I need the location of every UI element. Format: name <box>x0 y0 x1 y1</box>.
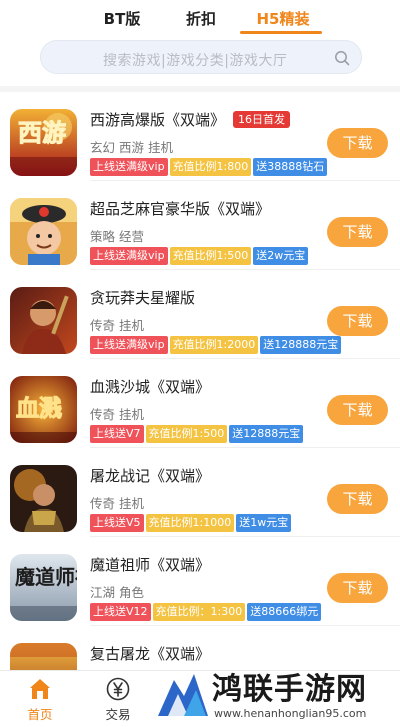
nav-home-label: 首页 <box>27 707 53 722</box>
game-item[interactable]: 西游 西游高爆版《双端》 16日首发 玄幻 西游 挂机 上线送满级vip 充值比例1… <box>0 92 400 181</box>
game-categories: 传奇 挂机 <box>90 496 144 511</box>
yen-icon <box>106 677 130 701</box>
game-tags: 上线送满级vip 充值比例1:500 送2w元宝 <box>90 247 310 265</box>
tag-vip: 上线送满级vip <box>90 247 168 265</box>
zhimaguan-game-icon[interactable] <box>10 198 77 265</box>
tag-gift: 送12888元宝 <box>229 425 304 443</box>
game-title: 血溅沙城《双端》 <box>90 378 211 396</box>
tab-discount[interactable]: 折扣 <box>183 8 219 29</box>
game-tags: 上线送满级vip 充值比例1:800 送38888钻石 <box>90 158 329 176</box>
active-tab-indicator <box>240 31 322 34</box>
download-button[interactable]: 下载 <box>327 484 388 514</box>
watermark-logo-icon <box>158 674 208 716</box>
site-watermark: 鸿联手游网 www.henanhonglian95.com <box>150 660 400 727</box>
tag-gift: 送2w元宝 <box>253 247 309 265</box>
game-item[interactable]: 贪玩莽夫星耀版 传奇 挂机 上线送满级vip 充值比例1:2000 送128888元… <box>0 270 400 359</box>
game-categories: 玄幻 西游 挂机 <box>90 140 173 155</box>
game-title: 魔道祖师《双端》 <box>90 556 211 574</box>
tag-ratio: 充值比例1:1000 <box>145 514 235 532</box>
icon-lettering: 血溅 <box>16 395 62 422</box>
download-button[interactable]: 下载 <box>327 217 388 247</box>
tab-bt[interactable]: BT版 <box>102 8 142 29</box>
mangfu-game-icon[interactable] <box>10 287 77 354</box>
nav-trade-label: 交易 <box>105 707 131 722</box>
game-tags: 上线送满级vip 充值比例1:2000 送128888元宝 <box>90 336 343 354</box>
game-item[interactable]: 血溅 血溅沙城《双端》 传奇 挂机 上线送V7 充值比例1:500 送12888元宝… <box>0 359 400 448</box>
tag-ratio: 充值比例1:500 <box>145 425 228 443</box>
home-icon <box>30 679 50 699</box>
tag-gift: 送128888元宝 <box>260 336 342 354</box>
xiyou-game-icon[interactable]: 西游 <box>10 109 77 176</box>
game-item[interactable]: 魔道师祖 魔道祖师《双端》 江湖 角色 上线送V12充值比例：1:300送886… <box>0 537 400 626</box>
game-title: 屠龙战记《双端》 <box>90 467 211 485</box>
xuejian-game-icon[interactable]: 血溅 <box>10 376 77 443</box>
watermark-text: 鸿联手游网 <box>212 672 367 707</box>
game-title: 超品芝麻官豪华版《双端》 <box>90 200 271 218</box>
search-icon[interactable] <box>334 50 350 66</box>
tag-gift: 送1w元宝 <box>236 514 292 532</box>
nav-trade[interactable]: 交易 <box>96 677 140 723</box>
watermark-url: www.henanhonglian95.com <box>214 707 367 720</box>
download-button[interactable]: 下载 <box>327 128 388 158</box>
icon-lettering: 魔道师祖 <box>15 565 77 589</box>
game-tags: 上线送V12 充值比例：1:300 送88666绑元 <box>90 603 323 621</box>
search-input[interactable]: 搜索游戏|游戏分类|游戏大厅 <box>40 40 362 74</box>
game-item[interactable]: 屠龙战记《双端》 传奇 挂机 上线送V5 充值比例1:1000 送1w元宝 下载 <box>0 448 400 537</box>
tab-h5[interactable]: H5精装 <box>255 8 311 29</box>
tag-vip: 上线送满级vip <box>90 336 168 354</box>
game-item[interactable]: 超品芝麻官豪华版《双端》 策略 经营 上线送满级vip 充值比例1:500 送2w元… <box>0 181 400 270</box>
tag-ratio: 充值比例：1:300 <box>152 603 246 621</box>
game-list: 西游 西游高爆版《双端》 16日首发 玄幻 西游 挂机 上线送满级vip 充值比例1… <box>0 92 400 670</box>
search-area: 搜索游戏|游戏分类|游戏大厅 <box>0 36 400 86</box>
release-badge: 16日首发 <box>233 111 291 128</box>
tag-ratio: 充值比例1:2000 <box>169 336 259 354</box>
download-button[interactable]: 下载 <box>327 306 388 336</box>
game-tags: 上线送V5 充值比例1:1000 送1w元宝 <box>90 514 293 532</box>
game-title: 西游高爆版《双端》 16日首发 <box>90 109 291 130</box>
game-categories: 江湖 角色 <box>90 585 144 600</box>
tulong-game-icon[interactable] <box>10 465 77 532</box>
nav-home[interactable]: 首页 <box>18 677 62 723</box>
tag-vip: 上线送V12 <box>90 603 151 621</box>
game-categories: 策略 经营 <box>90 229 144 244</box>
fugu-game-icon[interactable] <box>10 643 77 670</box>
game-tags: 上线送V7 充值比例1:500 送12888元宝 <box>90 425 305 443</box>
tag-gift: 送88666绑元 <box>247 603 322 621</box>
download-button[interactable]: 下载 <box>327 573 388 603</box>
tag-vip: 上线送V5 <box>90 514 144 532</box>
search-placeholder: 搜索游戏|游戏分类|游戏大厅 <box>103 53 288 69</box>
tag-ratio: 充值比例1:800 <box>169 158 252 176</box>
tag-ratio: 充值比例1:500 <box>169 247 252 265</box>
game-title: 贪玩莽夫星耀版 <box>90 289 196 307</box>
download-button[interactable]: 下载 <box>327 395 388 425</box>
modao-game-icon[interactable]: 魔道师祖 <box>10 554 77 621</box>
game-categories: 传奇 挂机 <box>90 407 144 422</box>
icon-lettering: 西游 <box>18 119 66 147</box>
game-categories: 传奇 挂机 <box>90 318 144 333</box>
tag-vip: 上线送V7 <box>90 425 144 443</box>
top-tab-bar: BT版 折扣 H5精装 <box>0 0 400 36</box>
tag-gift: 送38888钻石 <box>253 158 328 176</box>
tag-vip: 上线送满级vip <box>90 158 168 176</box>
